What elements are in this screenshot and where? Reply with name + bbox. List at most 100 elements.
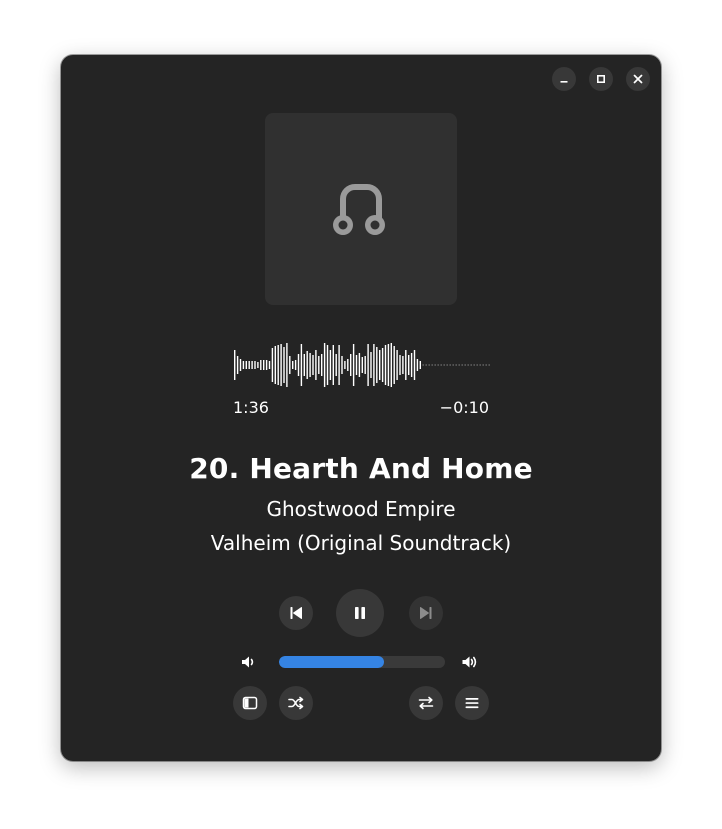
waveform-remaining-dot xyxy=(452,364,454,366)
waveform-remaining-dot xyxy=(440,364,442,366)
waveform-remaining-dot xyxy=(482,364,484,366)
waveform-remaining-dot xyxy=(470,364,472,366)
waveform-bar-played xyxy=(396,350,398,380)
elapsed-time: 1:36 xyxy=(233,398,269,417)
play-pause-button[interactable] xyxy=(336,589,384,637)
waveform-bar-played xyxy=(271,348,274,382)
waveform-bar-played xyxy=(283,347,285,383)
waveform-bar xyxy=(419,361,421,369)
waveform-bar xyxy=(408,355,410,375)
waveform-bar-played xyxy=(355,355,358,375)
sidebar-icon xyxy=(242,696,258,710)
waveform-remaining-dot xyxy=(458,364,460,366)
waveform-remaining-dot xyxy=(455,364,457,366)
waveform-bar-played xyxy=(338,345,340,385)
waveform-bar-played xyxy=(329,350,332,380)
album-name: Valheim (Original Soundtrack) xyxy=(210,531,512,555)
remaining-time: −0:10 xyxy=(439,398,489,417)
waveform-remaining-dot xyxy=(434,364,436,366)
waveform-bar-played xyxy=(260,360,262,370)
waveform-remaining-dot xyxy=(431,364,433,366)
waveform-bar-played xyxy=(312,355,314,375)
waveform-bar-played xyxy=(390,343,392,387)
waveform-remaining-dot xyxy=(461,364,463,366)
next-button[interactable] xyxy=(409,596,443,630)
waveform-bar-played xyxy=(379,350,381,380)
skip-next-icon xyxy=(420,607,432,619)
shuffle-button[interactable] xyxy=(279,686,313,720)
waveform-bar-played xyxy=(358,353,361,377)
volume-low-icon xyxy=(242,656,254,668)
waveform-bar-played xyxy=(344,361,346,369)
waveform-bar-played xyxy=(323,343,326,387)
waveform-bar-played xyxy=(297,354,300,376)
waveform-bar-played xyxy=(347,359,349,371)
waveform-remaining-dot xyxy=(476,364,478,366)
waveform-bar-played xyxy=(268,361,271,369)
maximize-icon xyxy=(596,74,606,84)
waveform-bar-played xyxy=(248,361,250,369)
waveform-bar-played xyxy=(289,356,291,374)
volume-slider-fill xyxy=(279,656,384,668)
waveform-bar-played xyxy=(245,361,247,369)
waveform-bar xyxy=(413,350,416,380)
waveform-bar-played xyxy=(254,361,256,369)
maximize-button[interactable] xyxy=(589,67,613,91)
waveform-bar-played xyxy=(315,350,317,380)
minimize-button[interactable] xyxy=(552,67,576,91)
volume-slider[interactable] xyxy=(279,656,445,668)
waveform-bar-played xyxy=(321,354,323,376)
waveform-bar-played xyxy=(257,362,259,368)
waveform-seek-bar[interactable] xyxy=(231,337,491,393)
volume-high-icon xyxy=(462,656,477,668)
waveform-bar-played xyxy=(350,354,352,376)
waveform-bar-played xyxy=(402,356,404,374)
waveform-bar-played xyxy=(280,344,282,386)
waveform-remaining-dot xyxy=(488,364,490,366)
waveform-bar-played xyxy=(318,356,320,374)
waveform-bar-played xyxy=(387,344,390,386)
waveform-bar-played xyxy=(294,360,297,370)
waveform-bar-played xyxy=(309,353,311,377)
close-icon xyxy=(633,74,643,84)
waveform-bar-played xyxy=(341,356,343,374)
sidebar-toggle-button[interactable] xyxy=(233,686,267,720)
pause-icon xyxy=(355,607,365,619)
waveform-remaining-dot xyxy=(485,364,487,366)
waveform-bar-played xyxy=(399,355,401,375)
album-cover xyxy=(265,113,457,305)
waveform-bar xyxy=(416,359,419,371)
music-player-window: 1:36 −0:10 20. Hearth And Home Ghostwood… xyxy=(61,55,661,761)
waveform-bar-played xyxy=(393,346,395,384)
waveform-bar-played xyxy=(373,344,375,386)
waveform-remaining-dot xyxy=(473,364,475,366)
waveform-bar-played xyxy=(352,344,355,386)
waveform-remaining-dot xyxy=(479,364,481,366)
previous-button[interactable] xyxy=(279,596,313,630)
waveform-bar-played xyxy=(361,357,363,373)
music-note-icon xyxy=(333,184,385,235)
waveform-bar-played xyxy=(381,348,384,382)
waveform-remaining-dot xyxy=(428,364,430,366)
waveform-bar-played xyxy=(277,345,279,385)
waveform-remaining-dot xyxy=(464,364,466,366)
waveform-remaining-dot xyxy=(449,364,451,366)
waveform-bar-played xyxy=(239,359,242,371)
skip-previous-icon xyxy=(290,607,302,619)
waveform-bar-played xyxy=(332,345,334,385)
menu-button[interactable] xyxy=(455,686,489,720)
waveform-remaining-dot xyxy=(425,364,427,366)
waveform-remaining-dot xyxy=(422,364,424,366)
repeat-button[interactable] xyxy=(409,686,443,720)
artist-name: Ghostwood Empire xyxy=(266,497,456,521)
waveform-bar-played xyxy=(263,360,265,370)
waveform-remaining-dot xyxy=(467,364,469,366)
waveform-bar-played xyxy=(300,344,303,386)
waveform-remaining-dot xyxy=(437,364,439,366)
waveform-bar-played xyxy=(265,360,268,370)
waveform-bar-played xyxy=(242,361,245,369)
waveform-bar xyxy=(410,353,413,377)
track-title: 20. Hearth And Home xyxy=(189,452,533,485)
close-button[interactable] xyxy=(626,67,650,91)
hamburger-menu-icon xyxy=(465,698,479,709)
